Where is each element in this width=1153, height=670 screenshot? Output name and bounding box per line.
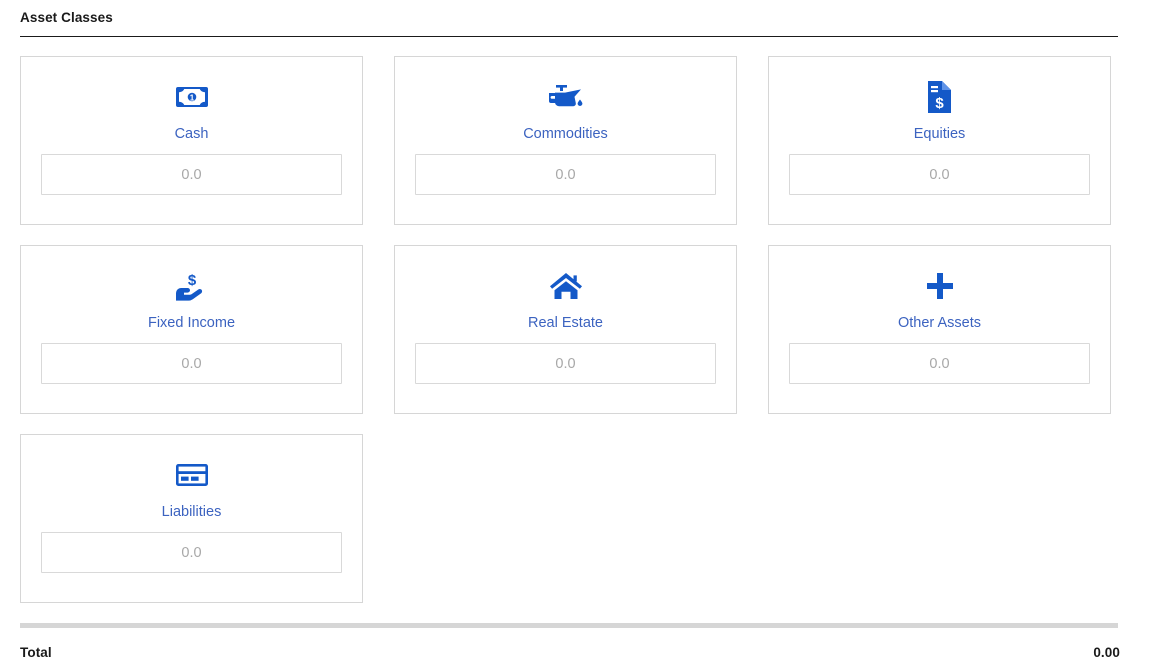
document-dollar-icon: $	[926, 79, 953, 115]
hand-holding-dollar-icon: $	[175, 268, 209, 304]
banknote-icon: 1	[175, 79, 209, 115]
page-title: Asset Classes	[20, 10, 113, 25]
commodities-amount-input[interactable]	[415, 154, 716, 195]
house-icon	[549, 268, 583, 304]
total-value: 0.00	[1093, 645, 1120, 660]
asset-class-grid: 1 Cash Commodities	[20, 56, 1133, 603]
asset-card-label: Equities	[913, 126, 966, 142]
asset-card-commodities[interactable]: Commodities	[394, 56, 737, 225]
plus-icon	[925, 268, 955, 304]
asset-card-equities[interactable]: $ Equities	[768, 56, 1111, 225]
credit-card-icon	[175, 457, 209, 493]
asset-card-label: Commodities	[523, 126, 608, 142]
svg-text:$: $	[187, 272, 196, 289]
total-row: Total 0.00	[20, 628, 1120, 670]
liabilities-amount-input[interactable]	[41, 532, 342, 573]
section-header: Asset Classes	[20, 0, 1133, 37]
asset-card-label: Other Assets	[897, 315, 981, 331]
fixed-income-amount-input[interactable]	[41, 343, 342, 384]
asset-card-label: Fixed Income	[147, 315, 236, 331]
asset-card-label: Real Estate	[528, 315, 603, 331]
asset-card-cash[interactable]: 1 Cash	[20, 56, 363, 225]
real-estate-amount-input[interactable]	[415, 343, 716, 384]
asset-card-real-estate[interactable]: Real Estate	[394, 245, 737, 414]
oil-can-icon	[547, 79, 585, 115]
asset-card-label: Cash	[174, 126, 209, 142]
svg-text:1: 1	[189, 94, 194, 103]
totals-footer: Total 0.00	[20, 623, 1133, 670]
asset-card-fixed-income[interactable]: $ Fixed Income	[20, 245, 363, 414]
asset-classes-panel: Asset Classes 1 Cash 0.0 Commodities 0.0…	[0, 0, 1153, 670]
asset-card-liabilities[interactable]: Liabilities	[20, 434, 363, 603]
equities-amount-input[interactable]	[789, 154, 1090, 195]
other-assets-amount-input[interactable]	[789, 343, 1090, 384]
svg-text:$: $	[935, 95, 944, 112]
cash-amount-input[interactable]	[41, 154, 342, 195]
asset-card-label: Liabilities	[161, 504, 222, 520]
title-divider	[20, 36, 1118, 37]
asset-card-other-assets[interactable]: Other Assets	[768, 245, 1111, 414]
total-label: Total	[20, 645, 52, 660]
